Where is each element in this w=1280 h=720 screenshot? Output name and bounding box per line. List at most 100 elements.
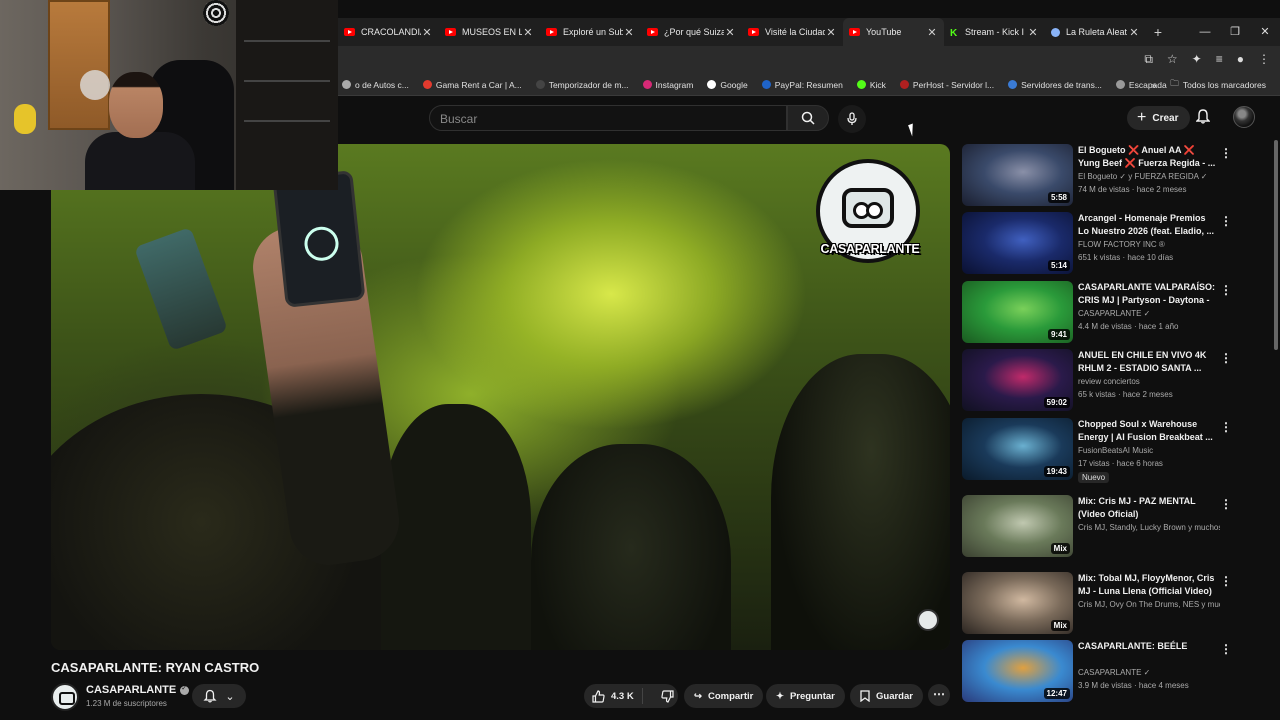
bookmark-item[interactable]: Temporizador de m... (535, 80, 629, 90)
more-options-icon[interactable]: ⋮ (1220, 351, 1232, 365)
tab-list: CRACOLANDIA✕MUSEOS EN LA✕Exploré un Sub✕… (338, 18, 1146, 46)
ask-button[interactable]: ✦ Preguntar (766, 684, 845, 708)
notifications-button[interactable] (1195, 108, 1211, 129)
recommendation-thumbnail[interactable]: Mix (962, 495, 1073, 557)
more-options-icon[interactable]: ⋮ (1220, 497, 1232, 511)
recommendation-thumbnail[interactable]: 5:58 (962, 144, 1073, 206)
channel-avatar[interactable] (51, 683, 79, 711)
close-tab-icon[interactable]: ✕ (825, 26, 837, 39)
bookmark-label: Gama Rent a Car | A... (435, 79, 522, 90)
media-control-icon[interactable]: ≡ (1216, 52, 1223, 67)
bookmark-star-icon[interactable]: ☆ (1167, 52, 1178, 67)
recommendation-title[interactable]: CASAPARLANTE: BEÉLE (1078, 640, 1218, 653)
browser-tab[interactable]: CRACOLANDIA ✕ (338, 18, 439, 46)
recommendation-thumbnail[interactable]: 12:47 (962, 640, 1073, 702)
extensions-icon[interactable]: ✦ (1192, 52, 1202, 67)
close-tab-icon[interactable]: ✕ (1128, 26, 1140, 39)
bookmark-list: o de Autos c... Gama Rent a Car | A... Tem… (342, 80, 1181, 90)
recommendation-title[interactable]: Arcangel - Homenaje Premios Lo Nuestro 2… (1078, 212, 1218, 238)
close-tab-icon[interactable]: ✕ (724, 26, 736, 39)
create-button[interactable]: + Crear (1127, 106, 1191, 130)
close-tab-icon[interactable]: ✕ (522, 26, 534, 39)
recommendation-title[interactable]: CASAPARLANTE VALPARAÍSO: CRIS MJ | Party… (1078, 281, 1218, 307)
share-button[interactable]: ↪ Compartir (684, 684, 764, 708)
bookmark-item[interactable]: Gama Rent a Car | A... (422, 79, 522, 90)
profile-icon[interactable]: ● (1237, 52, 1244, 67)
bookmark-item[interactable]: Instagram (642, 80, 693, 90)
recommendation-item[interactable]: 5:14 Arcangel - Homenaje Premios Lo Nuest… (962, 212, 1242, 276)
install-app-icon[interactable]: ⧉ (1144, 52, 1153, 67)
subscription-notifications-button[interactable]: ⌄ (192, 684, 246, 708)
search-button[interactable] (787, 105, 829, 131)
browser-tab[interactable]: K Stream - Kick I ✕ (944, 18, 1045, 46)
recommendation-item[interactable]: Mix Mix: Tobal MJ, FloyyMenor, Cris MJ - … (962, 572, 1242, 636)
restore-icon[interactable]: ❐ (1220, 18, 1250, 46)
all-bookmarks-folder[interactable]: 🗀 Todos los marcadores (1170, 78, 1266, 92)
more-options-icon[interactable]: ⋮ (1220, 146, 1232, 160)
browser-tab[interactable]: Exploré un Sub ✕ (540, 18, 641, 46)
sidebar-scrollbar[interactable] (1274, 140, 1278, 350)
recommendation-title[interactable]: El Bogueto ❌ Anuel AA ❌ Yung Beef ❌ Fuer… (1078, 144, 1218, 170)
browser-tab[interactable]: ¿Por qué Suiza ✕ (641, 18, 742, 46)
minimize-icon[interactable]: — (1190, 18, 1220, 46)
more-options-icon[interactable]: ⋮ (1220, 642, 1232, 656)
browser-menu-icon[interactable]: ⋮ (1258, 52, 1270, 67)
more-actions-button[interactable]: ⋯ (928, 684, 950, 706)
recommendation-item[interactable]: 9:41 CASAPARLANTE VALPARAÍSO: CRIS MJ | P… (962, 281, 1242, 345)
recommendation-thumbnail[interactable]: 59:02 (962, 349, 1073, 411)
bookmark-item[interactable]: PerHost - Servidor l... (899, 80, 994, 90)
bookmark-item[interactable]: PayPal: Resumen (761, 80, 843, 90)
close-tab-icon[interactable]: ✕ (623, 26, 635, 39)
robot-face-icon (842, 188, 894, 228)
sparkle-icon: ✦ (776, 690, 784, 702)
browser-tab[interactable]: La Ruleta Aleat ✕ (1045, 18, 1146, 46)
bell-ringing-icon (203, 689, 217, 703)
recommendation-title[interactable]: Chopped Soul x Warehouse Energy | AI Fus… (1078, 418, 1218, 444)
more-options-icon[interactable]: ⋮ (1220, 214, 1232, 228)
all-bookmarks-label: Todos los marcadores (1182, 80, 1266, 90)
video-frame-phone (272, 170, 366, 308)
bookmark-item[interactable]: Google (707, 80, 748, 90)
recommendation-thumbnail[interactable]: Mix (962, 572, 1073, 634)
bookmark-item[interactable]: Servidores de trans... (1008, 80, 1102, 90)
more-options-icon[interactable]: ⋮ (1220, 420, 1232, 434)
chevron-down-icon: ⌄ (225, 690, 235, 703)
bookmarks-overflow-button[interactable]: » (1152, 80, 1157, 90)
video-frame-crowd (531, 444, 731, 650)
recommendation-item[interactable]: Mix Mix: Cris MJ - PAZ MENTAL (Video Ofic… (962, 495, 1242, 559)
more-options-icon[interactable]: ⋮ (1220, 283, 1232, 297)
recommendation-item[interactable]: 5:58 El Bogueto ❌ Anuel AA ❌ Yung Beef ❌ … (962, 144, 1242, 208)
close-tab-icon[interactable]: ✕ (926, 26, 938, 39)
channel-name-row[interactable]: CASAPARLANTE (86, 684, 190, 696)
dislike-button[interactable] (649, 689, 684, 703)
close-tab-icon[interactable]: ✕ (1027, 26, 1039, 39)
search-input[interactable]: Buscar (429, 105, 787, 131)
channel-watermark[interactable] (917, 609, 939, 631)
share-label: Compartir (707, 690, 754, 702)
close-window-icon[interactable]: ✕ (1250, 18, 1280, 46)
like-button[interactable]: 4.3 K (584, 688, 643, 704)
close-tab-icon[interactable]: ✕ (421, 26, 433, 39)
recommendation-thumbnail[interactable]: 9:41 (962, 281, 1073, 343)
duration-badge: 5:58 (1047, 192, 1070, 203)
recommendation-thumbnail[interactable]: 5:14 (962, 212, 1073, 274)
browser-tab[interactable]: MUSEOS EN LA✕ (439, 18, 540, 46)
save-button[interactable]: Guardar (850, 684, 923, 708)
more-options-icon[interactable]: ⋮ (1220, 574, 1232, 588)
video-player[interactable]: CASAPARLANTE (51, 144, 950, 650)
recommendation-item[interactable]: 12:47 CASAPARLANTE: BEÉLE CASAPARLANTE ✓ 3.… (962, 640, 1242, 704)
recommendation-title[interactable]: ANUEL EN CHILE EN VIVO 4K RHLM 2 - ESTAD… (1078, 349, 1218, 375)
recommendation-title[interactable]: Mix: Tobal MJ, FloyyMenor, Cris MJ - Lun… (1078, 572, 1218, 598)
overlay-logo-text: CASAPARLANTE (820, 242, 920, 256)
account-avatar[interactable] (1233, 106, 1255, 128)
browser-tab[interactable]: YouTube ✕ (843, 18, 944, 46)
recommendation-item[interactable]: 19:43 Chopped Soul x Warehouse Energy | A… (962, 418, 1242, 483)
recommendation-item[interactable]: 59:02 ANUEL EN CHILE EN VIVO 4K RHLM 2 - … (962, 349, 1242, 413)
bookmark-item[interactable]: Kick (856, 80, 886, 90)
recommendation-title[interactable]: Mix: Cris MJ - PAZ MENTAL (Video Oficial… (1078, 495, 1218, 521)
browser-tab[interactable]: Visité la Ciudad ✕ (742, 18, 843, 46)
voice-search-button[interactable] (838, 105, 866, 133)
recommendation-thumbnail[interactable]: 19:43 (962, 418, 1073, 480)
bookmark-item[interactable]: o de Autos c... (342, 80, 409, 90)
new-tab-button[interactable]: + (1146, 24, 1170, 40)
